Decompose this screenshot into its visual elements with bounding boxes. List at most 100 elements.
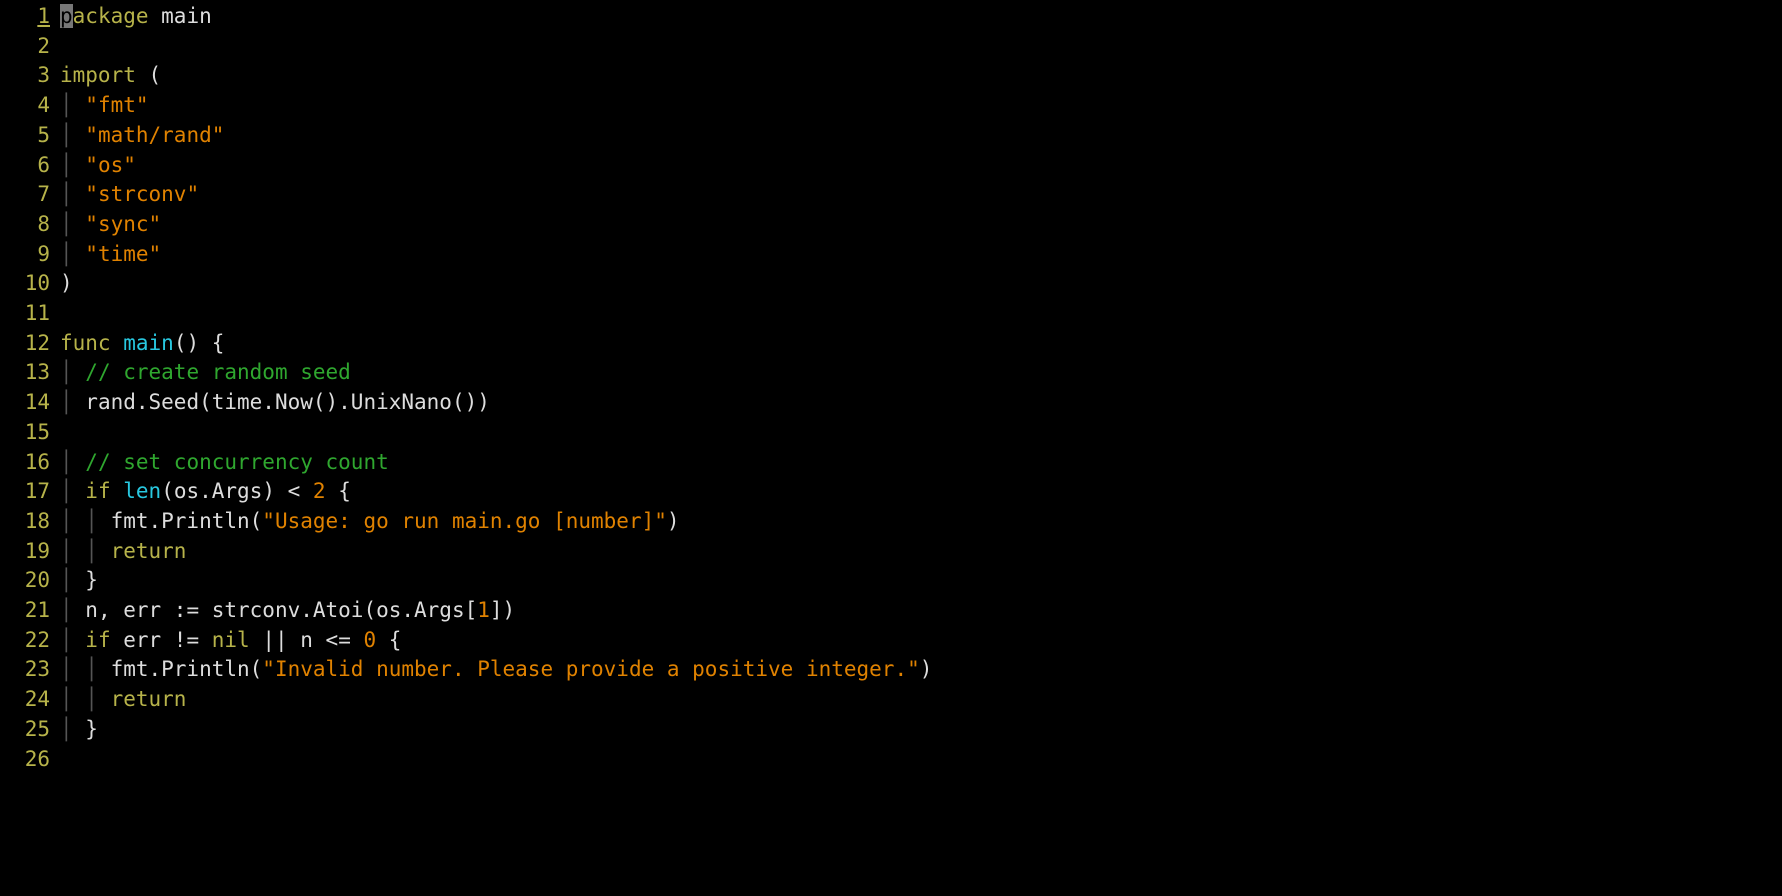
token-builtin: main [123,331,174,355]
token-pipe: │ [60,390,85,414]
code-content[interactable]: import ( [60,61,1782,91]
code-line[interactable]: 13│ // create random seed [0,358,1782,388]
code-content[interactable]: package main [60,2,1782,32]
line-number: 13 [0,358,60,388]
code-content[interactable]: │ // set concurrency count [60,448,1782,478]
code-content[interactable]: │ // create random seed [60,358,1782,388]
token-kw: if [85,628,110,652]
line-number: 23 [0,655,60,685]
token-num: 2 [313,479,326,503]
token-id: || n <= [250,628,364,652]
code-content[interactable]: func main() { [60,329,1782,359]
code-content[interactable]: │ "time" [60,240,1782,270]
code-line[interactable]: 3import ( [0,61,1782,91]
code-line[interactable]: 12func main() { [0,329,1782,359]
code-line[interactable]: 25│ } [0,715,1782,745]
token-id: ) [667,509,680,533]
code-line[interactable]: 26 [0,745,1782,775]
line-number: 2 [0,32,60,62]
code-line[interactable]: 10) [0,269,1782,299]
line-number: 20 [0,566,60,596]
code-line[interactable]: 19│ │ return [0,537,1782,567]
line-number: 1 [0,2,60,32]
code-content[interactable]: │ if err != nil || n <= 0 { [60,626,1782,656]
code-content[interactable]: │ } [60,566,1782,596]
code-line[interactable]: 15 [0,418,1782,448]
token-pipe: │ │ [60,657,111,681]
code-content[interactable]: │ │ fmt.Println("Invalid number. Please … [60,655,1782,685]
code-line[interactable]: 23│ │ fmt.Println("Invalid number. Pleas… [0,655,1782,685]
token-pipe: │ [60,123,85,147]
token-paren: { [338,479,351,503]
line-number: 21 [0,596,60,626]
code-line[interactable]: 9│ "time" [0,240,1782,270]
line-number: 19 [0,537,60,567]
code-line[interactable]: 11 [0,299,1782,329]
code-line[interactable]: 20│ } [0,566,1782,596]
token-pipe: │ [60,242,85,266]
code-line[interactable]: 14│ rand.Seed(time.Now().UnixNano()) [0,388,1782,418]
code-content[interactable]: │ rand.Seed(time.Now().UnixNano()) [60,388,1782,418]
token-paren: ) [60,271,73,295]
code-content[interactable]: │ if len(os.Args) < 2 { [60,477,1782,507]
line-number: 12 [0,329,60,359]
line-number: 24 [0,685,60,715]
code-content[interactable]: │ "sync" [60,210,1782,240]
token-str: "fmt" [85,93,148,117]
token-paren: } [85,568,98,592]
code-content[interactable] [60,32,1782,62]
token-pipe: │ [60,628,85,652]
token-pipe: │ [60,360,85,384]
code-line[interactable]: 16│ // set concurrency count [0,448,1782,478]
token-builtin: len [123,479,161,503]
code-line[interactable]: 8│ "sync" [0,210,1782,240]
token-num: 0 [363,628,376,652]
line-number: 15 [0,418,60,448]
code-line[interactable]: 1package main [0,2,1782,32]
code-line[interactable]: 2 [0,32,1782,62]
code-content[interactable] [60,745,1782,775]
token-pipe: │ [60,182,85,206]
token-paren: ( [149,63,162,87]
code-content[interactable] [60,418,1782,448]
token-kw: import [60,63,136,87]
code-line[interactable]: 6│ "os" [0,151,1782,181]
token-id [136,63,149,87]
code-line[interactable]: 22│ if err != nil || n <= 0 { [0,626,1782,656]
token-id: ) [920,657,933,681]
code-content[interactable] [60,299,1782,329]
code-line[interactable]: 24│ │ return [0,685,1782,715]
token-id: ]) [490,598,515,622]
code-line[interactable]: 5│ "math/rand" [0,121,1782,151]
token-id: main [149,4,212,28]
code-line[interactable]: 7│ "strconv" [0,180,1782,210]
line-number: 14 [0,388,60,418]
token-kw: nil [212,628,250,652]
line-number: 16 [0,448,60,478]
code-content[interactable]: │ │ return [60,685,1782,715]
code-line[interactable]: 21│ n, err := strconv.Atoi(os.Args[1]) [0,596,1782,626]
code-line[interactable]: 18│ │ fmt.Println("Usage: go run main.go… [0,507,1782,537]
code-content[interactable]: │ } [60,715,1782,745]
code-content[interactable]: │ "math/rand" [60,121,1782,151]
code-content[interactable]: ) [60,269,1782,299]
token-id [111,331,124,355]
code-content[interactable]: │ n, err := strconv.Atoi(os.Args[1]) [60,596,1782,626]
token-pipe: │ [60,717,85,741]
code-content[interactable]: │ "fmt" [60,91,1782,121]
code-content[interactable]: │ │ fmt.Println("Usage: go run main.go [… [60,507,1782,537]
token-str: "Invalid number. Please provide a positi… [262,657,919,681]
code-content[interactable]: │ "strconv" [60,180,1782,210]
token-str: "Usage: go run main.go [number]" [262,509,667,533]
code-editor[interactable]: 1package main23import (4│ "fmt"5│ "math/… [0,0,1782,774]
token-kw: return [111,539,187,563]
code-content[interactable]: │ "os" [60,151,1782,181]
code-content[interactable]: │ │ return [60,537,1782,567]
code-line[interactable]: 17│ if len(os.Args) < 2 { [0,477,1782,507]
token-id: rand.Seed(time.Now().UnixNano()) [85,390,490,414]
token-str: "time" [85,242,161,266]
line-number: 8 [0,210,60,240]
token-cursor: p [60,4,73,28]
token-id: fmt.Println( [111,657,263,681]
code-line[interactable]: 4│ "fmt" [0,91,1782,121]
